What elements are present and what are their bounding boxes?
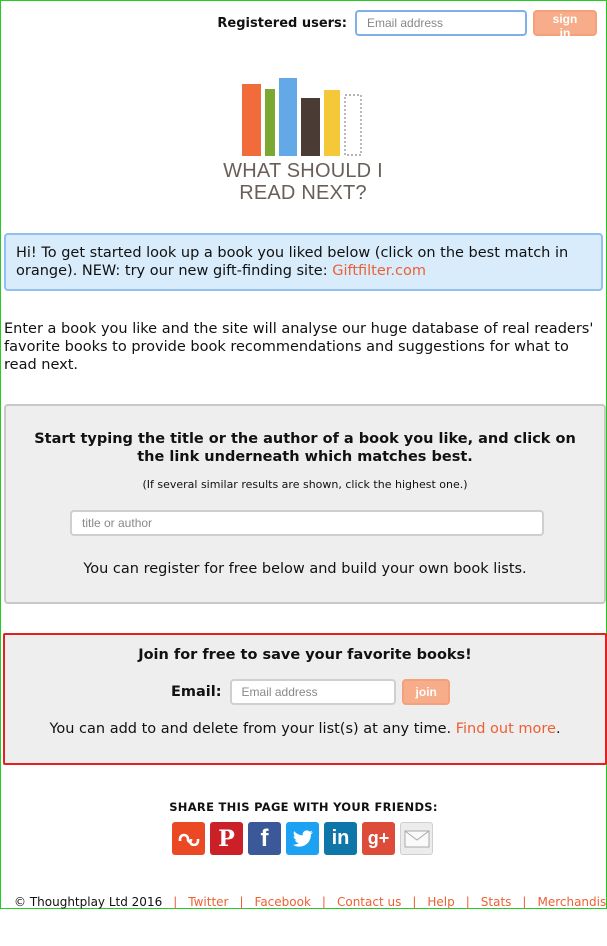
- book-5: [324, 90, 340, 156]
- logo-line-2: READ NEXT?: [239, 182, 367, 204]
- sign-in-button[interactable]: sign in: [533, 10, 597, 40]
- copyright-text: © Thoughtplay Ltd 2016: [14, 895, 163, 909]
- footer-link-twitter[interactable]: Twitter: [188, 895, 228, 909]
- email-icon[interactable]: [400, 822, 433, 855]
- join-button[interactable]: join: [401, 679, 450, 705]
- footer-link-stats[interactable]: Stats: [481, 895, 512, 909]
- footer-separator: |: [465, 895, 470, 909]
- info-banner: Hi! To get started look up a book you li…: [4, 233, 603, 291]
- stumbleupon-icon[interactable]: [172, 822, 205, 855]
- book-search-input[interactable]: [70, 510, 544, 536]
- footer-separator: |: [239, 895, 244, 909]
- join-note-end: .: [555, 721, 561, 737]
- intro-text: Enter a book you like and the site will …: [4, 321, 594, 373]
- join-heading: Join for free to save your favorite book…: [138, 647, 472, 663]
- share-icons: P f in g+: [172, 822, 433, 855]
- footer: © Thoughtplay Ltd 2016 | Twitter | Faceb…: [14, 895, 607, 909]
- footer-link-merchandise[interactable]: Merchandise: [537, 895, 607, 909]
- share-title: SHARE THIS PAGE WITH YOUR FRIENDS:: [169, 800, 438, 814]
- register-note: You can register for free below and buil…: [83, 561, 527, 577]
- footer-link-help[interactable]: Help: [427, 895, 454, 909]
- book-1: [242, 84, 261, 156]
- logo-line-1: WHAT SHOULD I: [223, 160, 383, 182]
- footer-link-contact[interactable]: Contact us: [337, 895, 401, 909]
- join-note-text: You can add to and delete from your list…: [49, 721, 456, 737]
- search-hint: (If several similar results are shown, c…: [142, 478, 468, 491]
- linkedin-icon[interactable]: in: [324, 822, 357, 855]
- join-email-label: Email:: [171, 684, 222, 700]
- footer-separator: |: [522, 895, 527, 909]
- giftfilter-link[interactable]: Giftfilter.com: [332, 263, 426, 279]
- join-note: You can add to and delete from your list…: [5, 721, 605, 737]
- login-bar: Registered users: sign in: [217, 10, 597, 40]
- info-text: Hi! To get started look up a book you li…: [16, 245, 569, 279]
- find-out-more-link[interactable]: Find out more: [456, 721, 556, 737]
- books-logo-icon: [242, 78, 362, 156]
- join-email-input[interactable]: [229, 679, 396, 705]
- footer-link-facebook[interactable]: Facebook: [255, 895, 311, 909]
- book-placeholder: [344, 94, 362, 156]
- footer-separator: |: [321, 895, 326, 909]
- search-panel: Start typing the title or the author of …: [4, 404, 606, 604]
- book-4: [301, 98, 320, 156]
- book-3: [279, 78, 297, 156]
- facebook-icon[interactable]: f: [248, 822, 281, 855]
- login-email-input[interactable]: [355, 10, 527, 36]
- footer-separator: |: [173, 895, 178, 909]
- join-form: Email: join: [171, 679, 450, 705]
- book-2: [265, 89, 275, 156]
- registered-users-label: Registered users:: [217, 15, 347, 31]
- logo-text: WHAT SHOULD I READ NEXT?: [222, 160, 384, 204]
- footer-separator: |: [412, 895, 417, 909]
- search-heading: Start typing the title or the author of …: [34, 431, 576, 465]
- join-panel: Join for free to save your favorite book…: [3, 633, 607, 765]
- pinterest-icon[interactable]: P: [210, 822, 243, 855]
- twitter-icon[interactable]: [286, 822, 319, 855]
- googleplus-icon[interactable]: g+: [362, 822, 395, 855]
- site-logo[interactable]: WHAT SHOULD I READ NEXT?: [222, 76, 392, 206]
